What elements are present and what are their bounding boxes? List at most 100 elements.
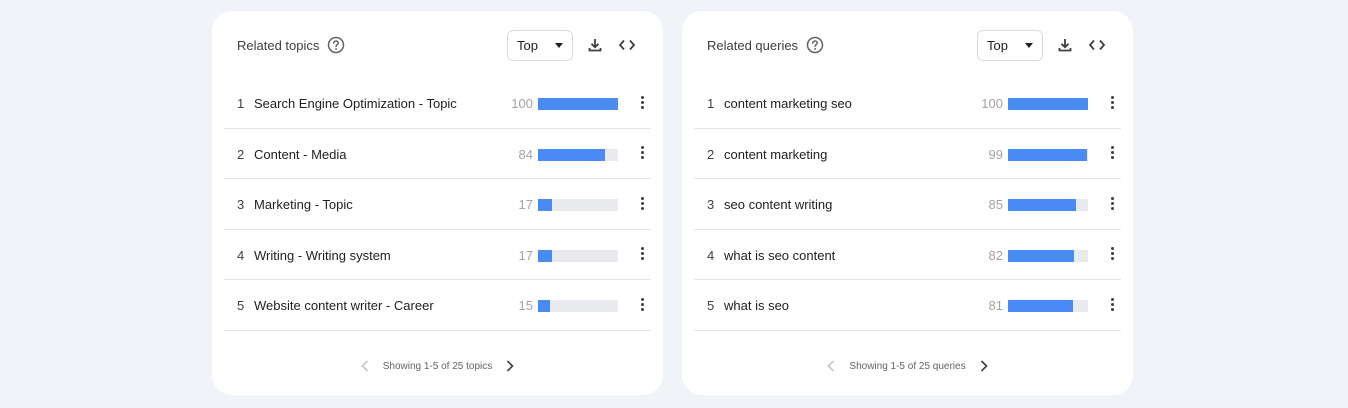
sort-dropdown[interactable]: Top — [507, 30, 573, 61]
rank-number: 5 — [237, 298, 245, 313]
value-bar-fill — [538, 300, 550, 312]
value-bar-track — [1008, 249, 1088, 262]
more-vert-icon[interactable] — [1105, 193, 1119, 213]
value-bar-track — [538, 199, 618, 211]
list-item[interactable]: 3 seo content writing 85 — [694, 179, 1121, 230]
more-vert-icon[interactable] — [1105, 143, 1119, 163]
ranked-list: 1 content marketing seo 100 2 content ma… — [694, 78, 1121, 331]
list-item[interactable]: 3 Marketing - Topic 17 — [224, 179, 651, 230]
rank-number: 2 — [707, 146, 715, 162]
value-bar-fill — [538, 249, 552, 262]
item-value: 85 — [988, 197, 1003, 212]
item-label[interactable]: Writing - Writing system — [254, 248, 391, 263]
chevron-right-icon[interactable] — [976, 358, 992, 374]
card-header: Related queries Top — [707, 30, 1113, 76]
pager-text: Showing 1-5 of 25 topics — [382, 360, 493, 372]
item-label[interactable]: seo content writing — [724, 197, 832, 212]
list-item[interactable]: 4 Writing - Writing system 17 — [224, 230, 651, 280]
rank-number: 3 — [707, 197, 715, 212]
list-item[interactable]: 1 content marketing seo 100 — [694, 78, 1121, 129]
pagination: Showing 1-5 of 25 topics — [212, 357, 663, 375]
chevron-left-icon[interactable] — [357, 358, 373, 374]
value-bar-fill — [1008, 249, 1074, 262]
embed-code-icon — [618, 39, 636, 51]
item-label[interactable]: Search Engine Optimization - Topic — [254, 96, 457, 111]
sort-dropdown[interactable]: Top — [977, 30, 1043, 61]
item-value: 100 — [511, 96, 533, 111]
embed-button[interactable] — [616, 34, 638, 56]
dropdown-value: Top — [517, 38, 538, 53]
value-bar-track — [538, 98, 618, 110]
more-vert-icon[interactable] — [1105, 294, 1119, 314]
chevron-down-icon — [1025, 43, 1033, 48]
rank-number: 5 — [707, 298, 715, 313]
value-bar-fill — [1008, 148, 1088, 161]
related-topics-card: Related topics Top 1 Search Engine Optim… — [212, 11, 663, 395]
value-bar-track — [1008, 148, 1088, 161]
value-bar-track — [538, 249, 618, 262]
dropdown-value: Top — [987, 38, 1008, 53]
chevron-right-icon[interactable] — [502, 358, 518, 374]
help-icon[interactable] — [327, 36, 345, 54]
more-vert-icon[interactable] — [1105, 92, 1119, 112]
list-item[interactable]: 2 Content - Media 84 — [224, 129, 651, 179]
item-label[interactable]: what is seo — [724, 298, 789, 313]
more-vert-icon[interactable] — [635, 294, 649, 314]
download-icon — [1058, 39, 1072, 52]
value-bar-track — [1008, 199, 1088, 211]
rank-number: 2 — [237, 146, 245, 162]
list-item[interactable]: 2 content marketing 99 — [694, 129, 1121, 179]
value-bar-fill — [1008, 300, 1073, 312]
card-title: Related queries — [707, 37, 799, 53]
value-bar-fill — [538, 199, 552, 211]
list-item[interactable]: 5 Website content writer - Career 15 — [224, 280, 651, 331]
value-bar-track — [1008, 98, 1088, 110]
pager-text: Showing 1-5 of 25 queries — [849, 360, 966, 372]
value-bar-fill — [1008, 98, 1088, 110]
value-bar-fill — [538, 148, 606, 161]
more-vert-icon[interactable] — [635, 92, 649, 112]
download-button[interactable] — [584, 34, 606, 56]
item-label[interactable]: content marketing — [724, 147, 827, 162]
download-icon — [588, 39, 602, 52]
more-vert-icon[interactable] — [635, 193, 649, 213]
item-value: 15 — [518, 298, 533, 313]
download-button[interactable] — [1054, 34, 1076, 56]
item-value: 17 — [518, 197, 533, 212]
item-value: 81 — [988, 298, 1003, 313]
title-wrap: Related topics — [237, 36, 345, 54]
value-bar-track — [538, 300, 618, 312]
embed-code-icon — [1088, 39, 1106, 51]
related-queries-card: Related queries Top 1 content marketing … — [682, 11, 1133, 395]
title-wrap: Related queries — [707, 36, 824, 54]
value-bar-fill — [1008, 199, 1076, 211]
item-value: 82 — [988, 247, 1003, 263]
item-label[interactable]: content marketing seo — [724, 96, 852, 111]
value-bar-track — [1008, 300, 1088, 312]
chevron-left-icon[interactable] — [823, 358, 839, 374]
more-vert-icon[interactable] — [635, 143, 649, 163]
more-vert-icon[interactable] — [635, 244, 649, 264]
chevron-down-icon — [555, 43, 563, 48]
rank-number: 1 — [237, 96, 245, 111]
rank-number: 1 — [707, 96, 715, 111]
item-value: 100 — [981, 96, 1003, 111]
list-item[interactable]: 4 what is seo content 82 — [694, 230, 1121, 280]
pagination: Showing 1-5 of 25 queries — [682, 357, 1133, 375]
help-icon[interactable] — [806, 36, 824, 54]
item-label[interactable]: Website content writer - Career — [254, 298, 434, 313]
rank-number: 3 — [237, 197, 245, 212]
more-vert-icon[interactable] — [1105, 244, 1119, 264]
item-label[interactable]: Content - Media — [254, 147, 347, 162]
ranked-list: 1 Search Engine Optimization - Topic 100… — [224, 78, 651, 331]
list-item[interactable]: 1 Search Engine Optimization - Topic 100 — [224, 78, 651, 129]
item-label[interactable]: Marketing - Topic — [254, 197, 353, 212]
list-item[interactable]: 5 what is seo 81 — [694, 280, 1121, 331]
rank-number: 4 — [707, 247, 715, 263]
item-label[interactable]: what is seo content — [724, 248, 835, 263]
item-value: 17 — [518, 247, 533, 263]
card-title: Related topics — [237, 37, 320, 53]
card-header: Related topics Top — [237, 30, 643, 76]
embed-button[interactable] — [1086, 34, 1108, 56]
item-value: 84 — [518, 146, 533, 162]
